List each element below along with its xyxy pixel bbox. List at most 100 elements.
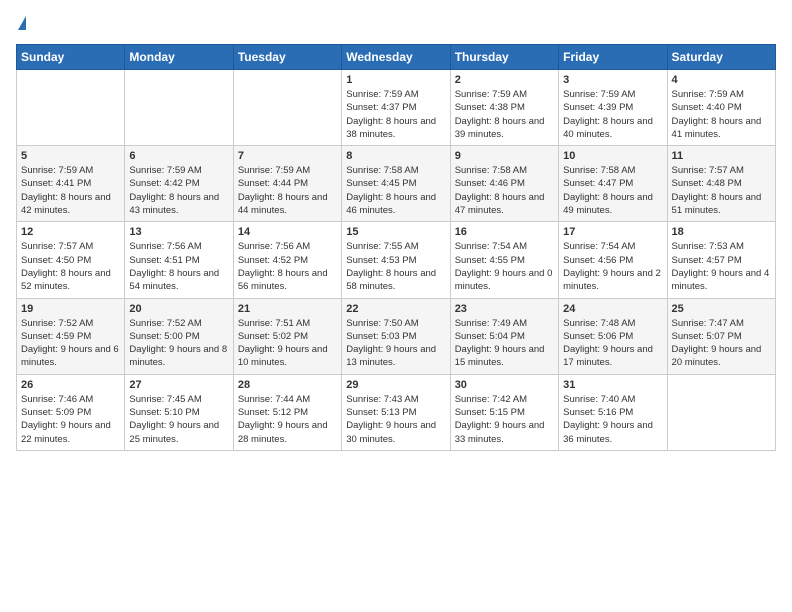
day-info: Sunrise: 7:54 AM Sunset: 4:55 PM Dayligh… bbox=[455, 240, 554, 293]
day-number: 29 bbox=[346, 379, 445, 391]
calendar-week-row: 12 Sunrise: 7:57 AM Sunset: 4:50 PM Dayli… bbox=[17, 222, 776, 298]
day-number: 8 bbox=[346, 150, 445, 162]
day-info: Sunrise: 7:59 AM Sunset: 4:38 PM Dayligh… bbox=[455, 88, 554, 141]
calendar-cell: 20Sunrise: 7:52 AM Sunset: 5:00 PM Dayli… bbox=[125, 298, 233, 374]
calendar-cell: 13 Sunrise: 7:56 AM Sunset: 4:51 PM Dayli… bbox=[125, 222, 233, 298]
day-info: Sunrise: 7:52 AM Sunset: 5:00 PM Dayligh… bbox=[129, 317, 228, 370]
calendar-cell bbox=[233, 70, 341, 146]
day-info: Sunrise: 7:53 AM Sunset: 4:57 PM Dayligh… bbox=[672, 240, 771, 293]
weekday-header: Wednesday bbox=[342, 45, 450, 70]
day-info: Sunrise: 7:58 AM Sunset: 4:46 PM Dayligh… bbox=[455, 164, 554, 217]
calendar-table: SundayMondayTuesdayWednesdayThursdayFrid… bbox=[16, 44, 776, 451]
day-info: Sunrise: 7:57 AM Sunset: 4:50 PM Dayligh… bbox=[21, 240, 120, 293]
weekday-header: Thursday bbox=[450, 45, 558, 70]
calendar-cell: 21 Sunrise: 7:51 AM Sunset: 5:02 PM Dayli… bbox=[233, 298, 341, 374]
calendar-cell: 7 Sunrise: 7:59 AM Sunset: 4:44 PM Daylig… bbox=[233, 146, 341, 222]
page-container: SundayMondayTuesdayWednesdayThursdayFrid… bbox=[0, 0, 792, 459]
day-number: 15 bbox=[346, 226, 445, 238]
calendar-cell: 3 Sunrise: 7:59 AM Sunset: 4:39 PM Daylig… bbox=[559, 70, 667, 146]
day-number: 31 bbox=[563, 379, 662, 391]
calendar-week-row: 19 Sunrise: 7:52 AM Sunset: 4:59 PM Dayli… bbox=[17, 298, 776, 374]
weekday-header: Sunday bbox=[17, 45, 125, 70]
day-info: Sunrise: 7:48 AM Sunset: 5:06 PM Dayligh… bbox=[563, 317, 662, 370]
weekday-header: Saturday bbox=[667, 45, 775, 70]
day-number: 17 bbox=[563, 226, 662, 238]
day-info: Sunrise: 7:47 AM Sunset: 5:07 PM Dayligh… bbox=[672, 317, 771, 370]
weekday-header-row: SundayMondayTuesdayWednesdayThursdayFrid… bbox=[17, 45, 776, 70]
day-info: Sunrise: 7:42 AM Sunset: 5:15 PM Dayligh… bbox=[455, 393, 554, 446]
calendar-cell: 29 Sunrise: 7:43 AM Sunset: 5:13 PM Dayli… bbox=[342, 374, 450, 450]
calendar-cell: 14Sunrise: 7:56 AM Sunset: 4:52 PM Dayli… bbox=[233, 222, 341, 298]
calendar-cell: 6 Sunrise: 7:59 AM Sunset: 4:42 PM Daylig… bbox=[125, 146, 233, 222]
day-number: 26 bbox=[21, 379, 120, 391]
day-number: 12 bbox=[21, 226, 120, 238]
calendar-cell: 10 Sunrise: 7:58 AM Sunset: 4:47 PM Dayli… bbox=[559, 146, 667, 222]
day-number: 19 bbox=[21, 303, 120, 315]
day-number: 18 bbox=[672, 226, 771, 238]
calendar-cell: 1Sunrise: 7:59 AM Sunset: 4:37 PM Daylig… bbox=[342, 70, 450, 146]
day-info: Sunrise: 7:40 AM Sunset: 5:16 PM Dayligh… bbox=[563, 393, 662, 446]
calendar-cell: 9Sunrise: 7:58 AM Sunset: 4:46 PM Daylig… bbox=[450, 146, 558, 222]
day-number: 23 bbox=[455, 303, 554, 315]
day-info: Sunrise: 7:58 AM Sunset: 4:47 PM Dayligh… bbox=[563, 164, 662, 217]
day-number: 28 bbox=[238, 379, 337, 391]
calendar-cell: 8Sunrise: 7:58 AM Sunset: 4:45 PM Daylig… bbox=[342, 146, 450, 222]
weekday-header: Monday bbox=[125, 45, 233, 70]
calendar-cell: 24 Sunrise: 7:48 AM Sunset: 5:06 PM Dayli… bbox=[559, 298, 667, 374]
calendar-cell: 5 Sunrise: 7:59 AM Sunset: 4:41 PM Daylig… bbox=[17, 146, 125, 222]
day-info: Sunrise: 7:49 AM Sunset: 5:04 PM Dayligh… bbox=[455, 317, 554, 370]
calendar-cell: 19 Sunrise: 7:52 AM Sunset: 4:59 PM Dayli… bbox=[17, 298, 125, 374]
page-header bbox=[16, 16, 776, 32]
day-number: 14 bbox=[238, 226, 337, 238]
calendar-week-row: 1Sunrise: 7:59 AM Sunset: 4:37 PM Daylig… bbox=[17, 70, 776, 146]
day-info: Sunrise: 7:50 AM Sunset: 5:03 PM Dayligh… bbox=[346, 317, 445, 370]
logo-triangle-icon bbox=[18, 16, 26, 30]
day-info: Sunrise: 7:52 AM Sunset: 4:59 PM Dayligh… bbox=[21, 317, 120, 370]
calendar-cell: 12 Sunrise: 7:57 AM Sunset: 4:50 PM Dayli… bbox=[17, 222, 125, 298]
day-number: 13 bbox=[129, 226, 228, 238]
day-info: Sunrise: 7:51 AM Sunset: 5:02 PM Dayligh… bbox=[238, 317, 337, 370]
day-info: Sunrise: 7:56 AM Sunset: 4:51 PM Dayligh… bbox=[129, 240, 228, 293]
day-info: Sunrise: 7:59 AM Sunset: 4:42 PM Dayligh… bbox=[129, 164, 228, 217]
calendar-cell bbox=[667, 374, 775, 450]
day-info: Sunrise: 7:59 AM Sunset: 4:44 PM Dayligh… bbox=[238, 164, 337, 217]
weekday-header: Tuesday bbox=[233, 45, 341, 70]
calendar-cell: 28Sunrise: 7:44 AM Sunset: 5:12 PM Dayli… bbox=[233, 374, 341, 450]
day-number: 5 bbox=[21, 150, 120, 162]
calendar-cell: 31 Sunrise: 7:40 AM Sunset: 5:16 PM Dayli… bbox=[559, 374, 667, 450]
calendar-cell: 2Sunrise: 7:59 AM Sunset: 4:38 PM Daylig… bbox=[450, 70, 558, 146]
day-info: Sunrise: 7:46 AM Sunset: 5:09 PM Dayligh… bbox=[21, 393, 120, 446]
calendar-week-row: 26 Sunrise: 7:46 AM Sunset: 5:09 PM Dayli… bbox=[17, 374, 776, 450]
day-number: 10 bbox=[563, 150, 662, 162]
day-number: 21 bbox=[238, 303, 337, 315]
calendar-cell: 27Sunrise: 7:45 AM Sunset: 5:10 PM Dayli… bbox=[125, 374, 233, 450]
calendar-cell: 26 Sunrise: 7:46 AM Sunset: 5:09 PM Dayli… bbox=[17, 374, 125, 450]
day-number: 30 bbox=[455, 379, 554, 391]
day-number: 24 bbox=[563, 303, 662, 315]
day-info: Sunrise: 7:54 AM Sunset: 4:56 PM Dayligh… bbox=[563, 240, 662, 293]
calendar-cell bbox=[125, 70, 233, 146]
day-number: 16 bbox=[455, 226, 554, 238]
calendar-cell: 16 Sunrise: 7:54 AM Sunset: 4:55 PM Dayli… bbox=[450, 222, 558, 298]
day-number: 1 bbox=[346, 74, 445, 86]
day-number: 6 bbox=[129, 150, 228, 162]
day-info: Sunrise: 7:43 AM Sunset: 5:13 PM Dayligh… bbox=[346, 393, 445, 446]
calendar-cell: 23 Sunrise: 7:49 AM Sunset: 5:04 PM Dayli… bbox=[450, 298, 558, 374]
day-info: Sunrise: 7:59 AM Sunset: 4:41 PM Dayligh… bbox=[21, 164, 120, 217]
calendar-cell bbox=[17, 70, 125, 146]
calendar-cell: 30 Sunrise: 7:42 AM Sunset: 5:15 PM Dayli… bbox=[450, 374, 558, 450]
day-number: 7 bbox=[238, 150, 337, 162]
day-number: 22 bbox=[346, 303, 445, 315]
logo-text bbox=[16, 16, 26, 32]
day-number: 3 bbox=[563, 74, 662, 86]
calendar-cell: 17 Sunrise: 7:54 AM Sunset: 4:56 PM Dayli… bbox=[559, 222, 667, 298]
day-number: 4 bbox=[672, 74, 771, 86]
calendar-cell: 15 Sunrise: 7:55 AM Sunset: 4:53 PM Dayli… bbox=[342, 222, 450, 298]
day-info: Sunrise: 7:59 AM Sunset: 4:39 PM Dayligh… bbox=[563, 88, 662, 141]
calendar-week-row: 5 Sunrise: 7:59 AM Sunset: 4:41 PM Daylig… bbox=[17, 146, 776, 222]
day-number: 27 bbox=[129, 379, 228, 391]
weekday-header: Friday bbox=[559, 45, 667, 70]
day-info: Sunrise: 7:55 AM Sunset: 4:53 PM Dayligh… bbox=[346, 240, 445, 293]
calendar-cell: 4Sunrise: 7:59 AM Sunset: 4:40 PM Daylig… bbox=[667, 70, 775, 146]
day-info: Sunrise: 7:57 AM Sunset: 4:48 PM Dayligh… bbox=[672, 164, 771, 217]
